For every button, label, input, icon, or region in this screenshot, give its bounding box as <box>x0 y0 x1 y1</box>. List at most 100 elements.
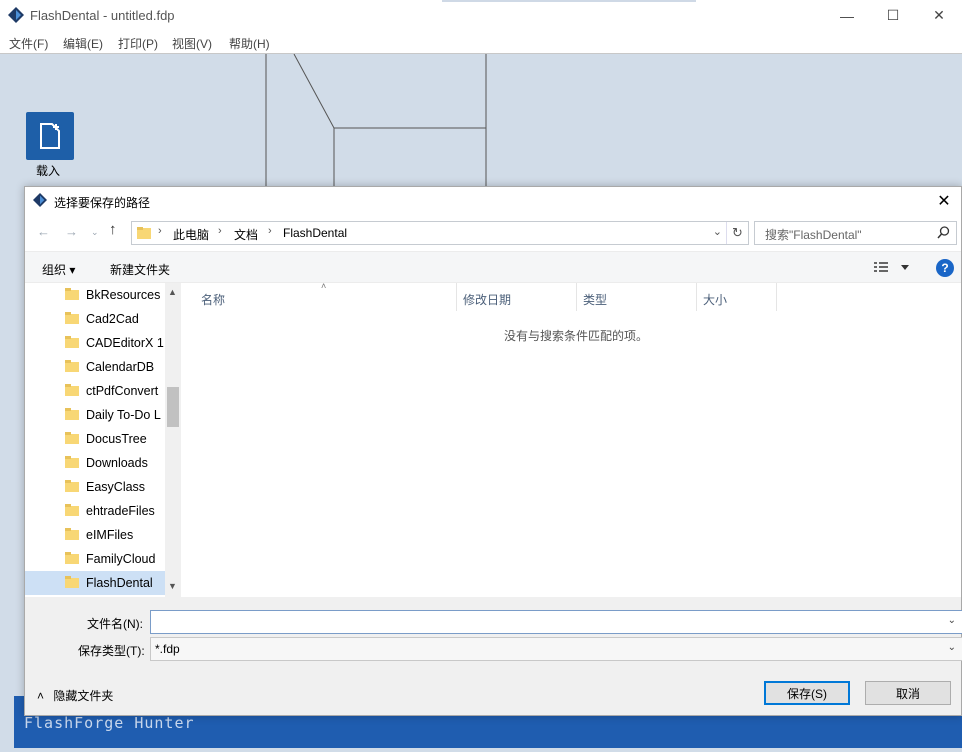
tree-item[interactable]: DocusTree <box>25 427 165 451</box>
minimize-button[interactable]: — <box>824 0 870 31</box>
maximize-button[interactable]: ☐ <box>870 0 916 31</box>
tree-item[interactable]: Downloads <box>25 451 165 475</box>
search-icon[interactable] <box>937 226 950 239</box>
breadcrumb-separator-icon: › <box>218 225 222 237</box>
menu-edit[interactable]: 编辑(E) <box>63 35 103 52</box>
tree-item-label: FlashDental <box>86 576 153 590</box>
recent-dropdown-icon[interactable]: ⌄ <box>91 227 99 238</box>
dialog-logo-icon <box>33 193 47 207</box>
back-icon[interactable]: ← <box>37 224 50 239</box>
view-options-icon[interactable] <box>873 260 909 274</box>
dialog-toolbar: 组织 ▾ 新建文件夹 ? <box>25 251 961 283</box>
tree-item-label: Downloads <box>86 456 148 470</box>
column-header-size[interactable]: 大小 <box>697 283 777 311</box>
save-button[interactable]: 保存(S) <box>764 681 850 705</box>
tree-item[interactable]: Daily To-Do L <box>25 403 165 427</box>
breadcrumb-documents[interactable]: 文档 <box>234 226 258 243</box>
dialog-title: 选择要保存的路径 <box>54 196 151 210</box>
tree-item[interactable]: BkResources <box>25 283 165 307</box>
folder-icon <box>65 552 79 564</box>
tree-item-label: CADEditorX 1 <box>86 336 164 350</box>
scroll-down-icon[interactable]: ▼ <box>168 581 177 591</box>
search-placeholder: 搜索"FlashDental" <box>765 228 862 242</box>
load-label: 载入 <box>36 164 61 178</box>
tree-item-label: eIMFiles <box>86 528 134 542</box>
filename-input[interactable]: ⌄ <box>150 610 962 634</box>
tree-item-label: ctPdfConvert <box>86 384 159 398</box>
folder-tree: BkResources Cad2Cad CADEditorX 1 Calenda… <box>25 283 181 597</box>
folder-icon <box>65 384 79 396</box>
menu-view[interactable]: 视图(V) <box>172 35 212 52</box>
column-header-label: 修改日期 <box>463 293 512 307</box>
column-header-modified[interactable]: 修改日期 <box>457 283 577 311</box>
search-box[interactable]: 搜索"FlashDental" <box>754 221 957 245</box>
load-button[interactable] <box>26 112 74 160</box>
tree-item-selected[interactable]: FlashDental <box>25 571 165 595</box>
tree-item[interactable]: ehtradeFiles <box>25 499 165 523</box>
organize-button[interactable]: 组织 ▾ <box>42 261 75 278</box>
empty-message: 没有与搜索条件匹配的项。 <box>504 329 649 343</box>
menu-file[interactable]: 文件(F) <box>9 35 48 52</box>
folder-icon <box>65 456 79 468</box>
folder-icon <box>65 360 79 372</box>
tree-item[interactable]: FamilyCloud <box>25 547 165 571</box>
tree-item[interactable]: eIMFiles <box>25 523 165 547</box>
folder-icon <box>65 432 79 444</box>
tree-item[interactable]: ctPdfConvert <box>25 379 165 403</box>
flashdental-logo-icon <box>8 7 24 23</box>
forward-icon[interactable]: → <box>65 224 78 239</box>
column-header-name[interactable]: 名称 <box>181 283 457 311</box>
close-app-button[interactable]: ✕ <box>916 0 962 31</box>
breadcrumb-flashdental[interactable]: FlashDental <box>283 226 347 240</box>
tree-item[interactable]: EasyClass <box>25 475 165 499</box>
up-icon[interactable]: ↑ <box>109 221 117 238</box>
app-title: FlashDental - untitled.fdp <box>30 8 175 23</box>
help-icon[interactable]: ? <box>936 259 954 277</box>
filename-label: 文件名(N): <box>87 617 143 631</box>
footer-brand-text: FlashForge Hunter <box>24 714 195 732</box>
breadcrumb-this-pc[interactable]: 此电脑 <box>173 226 209 243</box>
hide-folders-toggle[interactable]: ˄ 隐藏文件夹 <box>37 687 113 704</box>
new-folder-button[interactable]: 新建文件夹 <box>110 261 170 278</box>
filetype-dropdown-icon[interactable]: ⌄ <box>948 642 956 653</box>
file-list: ˄ 名称 修改日期 类型 大小 没有与搜索条件匹配的项。 <box>181 281 962 597</box>
tree-scrollbar[interactable]: ▲ ▼ <box>165 283 181 597</box>
tree-item-label: EasyClass <box>86 480 146 494</box>
tree-item-label: ehtradeFiles <box>86 504 155 518</box>
folder-icon <box>65 336 79 348</box>
column-header-label: 名称 <box>201 293 226 307</box>
menu-bar: 文件(F) 编辑(E) 打印(P) 视图(V) 帮助(H) <box>0 31 962 54</box>
folder-icon <box>65 312 79 324</box>
dialog-close-button[interactable]: ✕ <box>927 187 961 215</box>
tree-item[interactable]: CalendarDB <box>25 355 165 379</box>
load-file-icon <box>40 123 60 149</box>
folder-icon <box>65 480 79 492</box>
address-dropdown-icon[interactable]: ⌄ <box>713 225 722 238</box>
scroll-thumb[interactable] <box>167 387 179 427</box>
app-titlebar: FlashDental - untitled.fdp — ☐ ✕ <box>0 0 962 31</box>
tree-item-label: CalendarDB <box>86 360 155 374</box>
cancel-button[interactable]: 取消 <box>865 681 951 705</box>
tree-item[interactable]: Cad2Cad <box>25 307 165 331</box>
scroll-up-icon[interactable]: ▲ <box>168 287 177 297</box>
navigation-row: ← → ⌄ ↑ › 此电脑 › 文档 › FlashDental ⌄ ↻ 搜索"… <box>25 215 961 249</box>
menu-help[interactable]: 帮助(H) <box>229 35 270 52</box>
address-bar[interactable]: › 此电脑 › 文档 › FlashDental ⌄ ↻ <box>131 221 749 245</box>
filetype-select[interactable]: *.fdp ⌄ <box>150 637 962 661</box>
column-header-label: 类型 <box>583 293 608 307</box>
refresh-icon[interactable]: ↻ <box>726 222 748 244</box>
save-dialog: 选择要保存的路径 ✕ ← → ⌄ ↑ › 此电脑 › 文档 › FlashDen… <box>24 186 962 716</box>
folder-icon <box>65 288 79 300</box>
menu-print[interactable]: 打印(P) <box>118 35 158 52</box>
tree-item-label: FamilyCloud <box>86 552 156 566</box>
tree-item[interactable]: CADEditorX 1 <box>25 331 165 355</box>
filetype-label: 保存类型(T): <box>78 644 145 658</box>
tree-item-label: BkResources <box>86 288 161 302</box>
tree-item-label: Daily To-Do L <box>86 408 161 422</box>
filename-dropdown-icon[interactable]: ⌄ <box>948 615 956 626</box>
folder-icon <box>65 504 79 516</box>
folder-icon <box>65 408 79 420</box>
hide-folders-label: 隐藏文件夹 <box>53 689 114 703</box>
chevron-up-icon: ˄ <box>37 689 45 703</box>
column-header-type[interactable]: 类型 <box>577 283 697 311</box>
